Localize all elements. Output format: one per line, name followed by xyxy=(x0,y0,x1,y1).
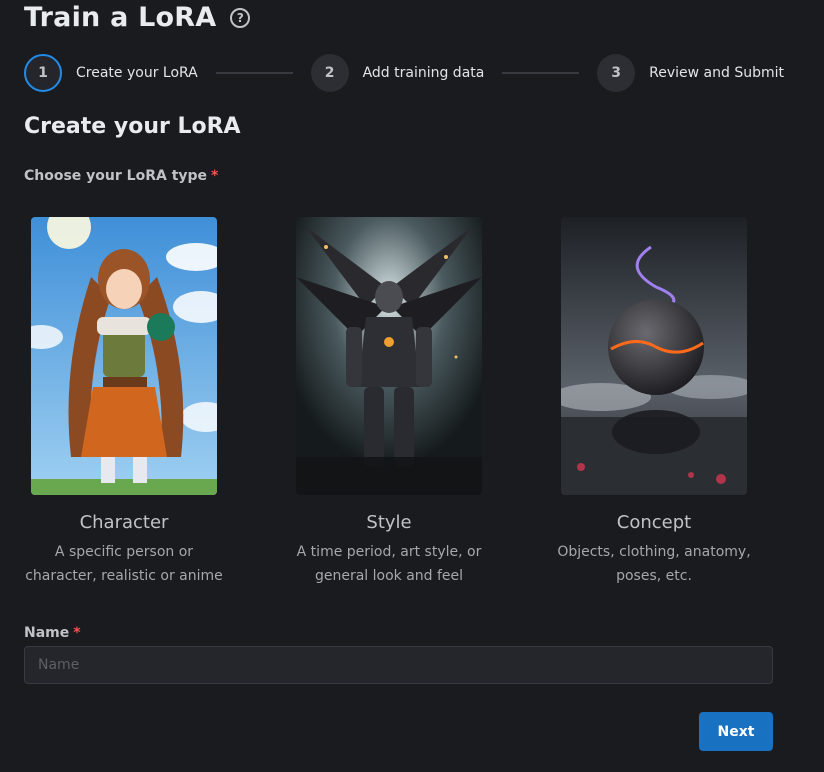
name-label-text: Name xyxy=(24,625,70,641)
step-1-label: Create your LoRA xyxy=(76,65,198,81)
step-separator xyxy=(502,72,580,74)
lora-type-concept-card[interactable]: Concept Objects, clothing, anatomy, pose… xyxy=(554,217,754,588)
step-create[interactable]: 1 Create your LoRA xyxy=(24,54,198,92)
step-2-label: Add training data xyxy=(362,65,485,81)
lora-type-label: Choose your LoRA type * xyxy=(24,168,218,184)
lora-type-character-card[interactable]: Character A specific person or character… xyxy=(24,217,224,588)
step-2-indicator: 2 xyxy=(310,54,349,92)
question-circle-icon[interactable]: ? xyxy=(230,7,251,28)
section-title: Create your LoRA xyxy=(24,114,241,139)
step-separator xyxy=(215,72,293,74)
name-label: Name * xyxy=(24,625,81,641)
step-3-label: Review and Submit xyxy=(649,65,784,81)
style-thumbnail xyxy=(296,217,482,495)
required-mark: * xyxy=(73,625,81,641)
step-3-indicator: 3 xyxy=(597,54,636,92)
stepper: 1 Create your LoRA 2 Add training data 3… xyxy=(24,53,784,93)
name-input[interactable] xyxy=(24,646,773,684)
lora-type-label-text: Choose your LoRA type xyxy=(24,168,208,184)
style-title: Style xyxy=(366,512,412,533)
page-title: Train a LoRA xyxy=(24,2,217,33)
concept-thumbnail xyxy=(561,217,747,495)
step-review[interactable]: 3 Review and Submit xyxy=(597,54,784,92)
character-title: Character xyxy=(79,512,169,533)
concept-description: Objects, clothing, anatomy, poses, etc. xyxy=(557,544,751,584)
character-description: A specific person or character, realisti… xyxy=(25,544,223,584)
style-description: A time period, art style, or general loo… xyxy=(296,544,482,584)
concept-title: Concept xyxy=(616,512,692,533)
required-mark: * xyxy=(211,168,219,184)
page-header: Train a LoRA ? xyxy=(24,2,251,33)
step-1-indicator: 1 xyxy=(24,54,62,92)
step-add-data[interactable]: 2 Add training data xyxy=(310,54,485,92)
character-thumbnail xyxy=(31,217,217,495)
next-button[interactable]: Next xyxy=(699,712,773,751)
lora-type-style-card[interactable]: Style A time period, art style, or gener… xyxy=(289,217,489,588)
